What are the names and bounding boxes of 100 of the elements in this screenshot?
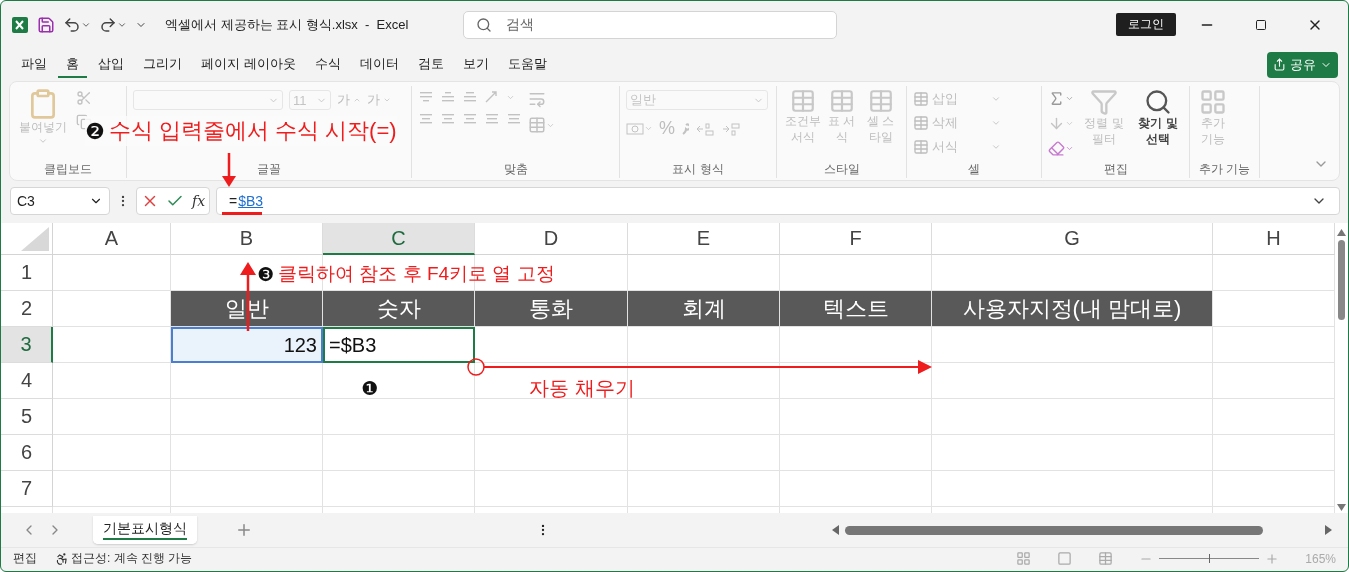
login-button[interactable]: 로그인 [1116, 13, 1176, 36]
eraser-icon[interactable] [1048, 140, 1074, 157]
status-mode: 편집 [13, 550, 37, 567]
column-header[interactable]: A [53, 223, 171, 255]
sheet-tab[interactable]: 기본표시형식 [93, 516, 197, 544]
table-cell[interactable]: 회계 [628, 291, 780, 327]
find-select-button[interactable]: 찾기 및 선택 [1134, 86, 1182, 150]
accessibility-icon[interactable] [55, 551, 69, 566]
table-icon [913, 139, 929, 155]
horizontal-scroll-thumb[interactable] [845, 525, 1263, 535]
name-box[interactable]: C3 [10, 187, 110, 215]
scroll-up-icon[interactable] [1337, 229, 1346, 236]
column-header[interactable]: D [475, 223, 628, 255]
row-header[interactable]: 6 [1, 435, 53, 471]
add-sheet-icon[interactable] [235, 521, 253, 539]
table-icon [828, 88, 855, 114]
formula-field[interactable]: =$B3 [216, 187, 1340, 215]
merge-icon[interactable] [528, 116, 555, 134]
group-label: 맞춤 [503, 161, 528, 178]
row-header[interactable]: 3 [1, 327, 53, 363]
table-cell[interactable]: 통화 [475, 291, 628, 327]
search-icon [1144, 88, 1172, 116]
annotation-text: 자동 채우기 [529, 376, 635, 401]
caret-icon [991, 142, 1001, 152]
menu-tab[interactable]: 검토 [409, 51, 452, 78]
row-header[interactable]: 4 [1, 363, 53, 399]
share-icon [1273, 58, 1286, 71]
menu-tab[interactable]: 그리기 [135, 51, 190, 78]
spreadsheet-app-icon [11, 15, 29, 34]
menu-tab[interactable]: 수식 [306, 51, 349, 78]
vertical-scroll-thumb[interactable] [1338, 240, 1345, 320]
group-label: 클립보드 [44, 161, 92, 178]
decrease-indent-icon[interactable] [484, 112, 500, 126]
table-cell[interactable]: 123 [171, 327, 323, 363]
accessibility-status[interactable]: 접근성: 계속 진행 가능 [71, 550, 193, 567]
group-label: 편집 [1103, 161, 1128, 178]
align-left-icon[interactable] [418, 112, 434, 126]
menu-tab[interactable]: 도움말 [499, 51, 555, 78]
group-label: 표시 형식 [672, 161, 724, 178]
page-layout-icon[interactable] [1057, 551, 1073, 566]
align-right-icon[interactable] [462, 112, 478, 126]
search-icon [476, 16, 492, 33]
scroll-down-icon[interactable] [1337, 504, 1346, 511]
table-cell[interactable]: 텍스트 [780, 291, 932, 327]
row-header[interactable]: 1 [1, 255, 53, 291]
group-label: 셀 [968, 161, 980, 178]
table-cell[interactable]: 사용자지정(내 맘대로) [932, 291, 1213, 327]
table-icon [913, 91, 929, 107]
column-header[interactable]: B [171, 223, 323, 255]
funnel-icon [1090, 88, 1118, 116]
search-field[interactable]: 검색 [463, 10, 837, 39]
select-all-corner[interactable] [1, 223, 53, 255]
menu-tab[interactable]: 보기 [454, 51, 497, 78]
normal-view-icon[interactable] [1016, 551, 1032, 566]
scroll-left-icon[interactable] [832, 525, 839, 535]
table-cell[interactable]: 숫자 [323, 291, 475, 327]
decrease-decimal-icon[interactable] [721, 120, 741, 137]
annotation-text: 수식 입력줄에서 수식 시작(=) [108, 117, 397, 145]
annotation-text: 클릭하여 참조 후 F4키로 열 고정 [278, 262, 555, 286]
column-header[interactable]: E [628, 223, 780, 255]
increase-indent-icon[interactable] [506, 112, 522, 126]
menu-tab[interactable]: 삽입 [90, 51, 132, 78]
column-header[interactable]: F [780, 223, 932, 255]
menu-tab[interactable]: 파일 [13, 51, 55, 78]
share-button[interactable]: 공유 [1267, 51, 1338, 78]
table-icon [789, 88, 816, 114]
zoom-in-icon[interactable] [1265, 551, 1280, 566]
increase-decimal-icon[interactable] [695, 120, 715, 137]
menu-tab[interactable]: 데이터 [351, 51, 407, 78]
column-header[interactable]: G [932, 223, 1213, 255]
row-header[interactable]: 2 [1, 291, 53, 327]
menu-tab[interactable]: 홈 [58, 51, 87, 78]
window-title: 엑셀에서 제공하는 표시 형식.xlsx - Excel [165, 15, 410, 34]
highlight-circle [467, 358, 485, 376]
grid-icon [1199, 88, 1227, 116]
column-header[interactable]: H [1213, 223, 1335, 255]
caret-icon [991, 118, 1001, 128]
table-icon [867, 88, 894, 114]
currency-icon[interactable] [626, 121, 653, 136]
page-break-icon[interactable] [1098, 551, 1114, 566]
step-number: ❶ [361, 377, 379, 399]
comma-icon[interactable] [681, 121, 689, 136]
row-header[interactable]: 7 [1, 471, 53, 507]
caret-icon [353, 96, 361, 104]
down-arrow [222, 153, 236, 187]
insert-function-button[interactable]: fx [192, 193, 206, 209]
group-label: 글꼴 [257, 161, 281, 178]
menu-tab[interactable]: 페이지 레이아웃 [193, 51, 304, 78]
caret-icon [383, 96, 391, 104]
row-header[interactable]: 5 [1, 399, 53, 435]
redo-icon[interactable] [99, 15, 127, 34]
table-icon [913, 115, 929, 131]
group-label: 스타일 [823, 161, 860, 178]
table-cell[interactable]: =$B3 [323, 327, 475, 363]
column-header[interactable]: C [323, 223, 475, 255]
scroll-right-icon[interactable] [1325, 525, 1332, 535]
align-center-icon[interactable] [440, 112, 456, 126]
save-icon[interactable] [37, 15, 55, 34]
undo-icon[interactable] [63, 15, 91, 34]
fill-down-icon[interactable] [1048, 115, 1074, 132]
